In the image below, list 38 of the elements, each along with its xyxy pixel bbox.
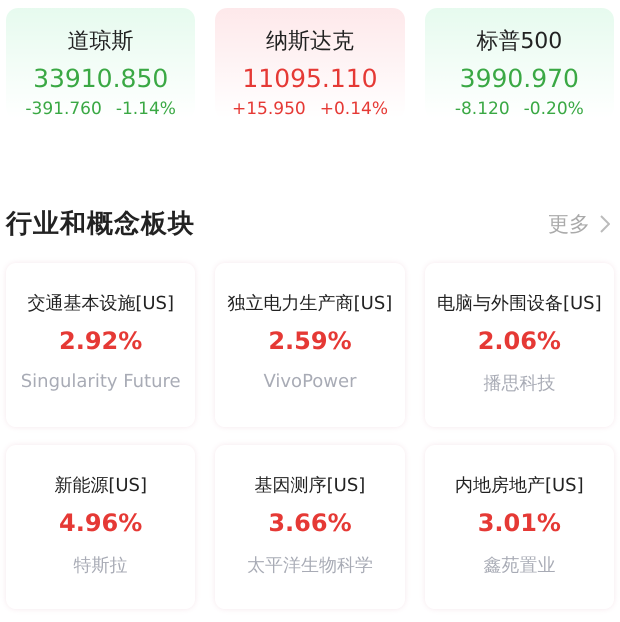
- index-percent: +0.14%: [320, 99, 388, 119]
- index-change: +15.950: [232, 99, 306, 119]
- chevron-right-icon[interactable]: [600, 214, 610, 232]
- sector-percent: 2.06%: [478, 327, 561, 355]
- sector-name: 基因测序[US]: [254, 474, 366, 497]
- leading-stock: 播思科技: [483, 372, 556, 395]
- index-price: 33910.850: [33, 64, 168, 93]
- index-name: 道琼斯: [68, 28, 134, 56]
- index-price: 11095.110: [242, 64, 378, 93]
- leading-stock: 太平洋生物科学: [246, 554, 373, 577]
- sector-name: 电脑与外围设备[US]: [436, 292, 602, 315]
- sector-card[interactable]: 电脑与外围设备[US] 2.06% 播思科技: [424, 263, 614, 427]
- sector-percent: 3.66%: [268, 509, 352, 537]
- sector-name: 独立电力生产商[US]: [228, 292, 392, 315]
- index-percent: -0.20%: [524, 99, 584, 119]
- sector-percent: 3.01%: [478, 509, 561, 537]
- sector-percent: 2.92%: [59, 327, 142, 355]
- sector-percent: 4.96%: [59, 509, 142, 537]
- index-percent: -1.14%: [116, 99, 176, 119]
- sector-percent: 2.59%: [268, 327, 352, 355]
- leading-stock: VivoPower: [263, 371, 356, 392]
- index-price: 3990.970: [460, 64, 579, 93]
- sector-card[interactable]: 内地房地产[US] 3.01% 鑫苑置业: [424, 445, 614, 609]
- sector-card[interactable]: 交通基本设施[US] 2.92% Singularity Future: [6, 263, 196, 427]
- leading-stock: 特斯拉: [74, 554, 128, 577]
- index-change: -391.760: [25, 99, 102, 119]
- index-name: 纳斯达克: [266, 28, 354, 56]
- sector-name: 新能源[US]: [54, 474, 147, 497]
- sector-name: 交通基本设施[US]: [27, 292, 174, 315]
- sector-card[interactable]: 独立电力生产商[US] 2.59% VivoPower: [215, 263, 405, 427]
- sector-card[interactable]: 新能源[US] 4.96% 特斯拉: [6, 445, 196, 609]
- sector-card[interactable]: 基因测序[US] 3.66% 太平洋生物科学: [215, 445, 405, 609]
- leading-stock: 鑫苑置业: [483, 554, 556, 577]
- index-name: 标普500: [476, 28, 562, 56]
- leading-stock: Singularity Future: [20, 371, 181, 392]
- section-title: 行业和概念板块: [6, 208, 195, 241]
- sector-name: 内地房地产[US]: [454, 474, 584, 497]
- index-change: -8.120: [454, 99, 510, 119]
